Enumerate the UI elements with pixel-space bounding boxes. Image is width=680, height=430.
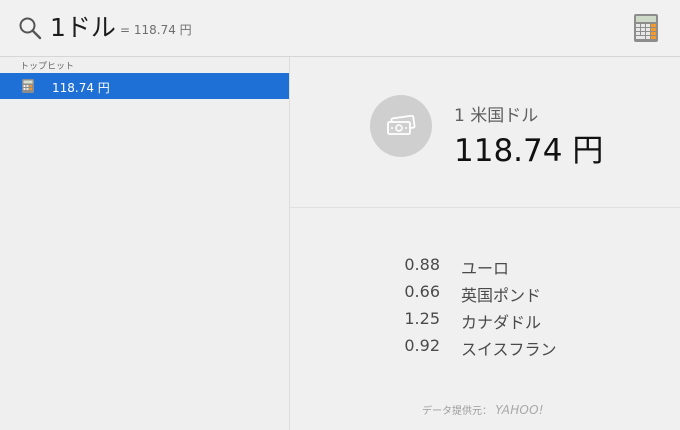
yahoo-logo[interactable]: YAHOO! (495, 403, 544, 417)
rate-value: 0.88 (404, 255, 440, 274)
rate-value: 0.66 (404, 282, 440, 301)
list-item[interactable]: 118.74 円 (0, 73, 289, 99)
list-item-label: 118.74 円 (52, 81, 110, 95)
divider (290, 207, 680, 208)
section-header-top-hit: トップヒット (20, 62, 75, 72)
currency-name: スイスフラン (461, 340, 557, 359)
currency-name: ユーロ (461, 259, 510, 278)
preview-pane: 1 米国ドル 118.74 円 0.88 ユーロ 0.66 英国ポンド 1.25… (290, 57, 680, 430)
converted-value: 118.74 円 (454, 133, 604, 169)
calculator-icon (634, 14, 658, 42)
rate-value: 1.25 (404, 309, 440, 328)
magnifying-glass-icon (19, 17, 42, 40)
rate-value: 0.92 (404, 336, 440, 355)
spotlight-window: 1ドル = 118.74 円 トップヒット 118.74 円 1 米国ドル 11… (0, 0, 680, 430)
rate-row-chf: 0.92 スイスフラン (290, 336, 680, 362)
calculator-icon (22, 79, 34, 93)
search-input[interactable]: 1ドル (50, 12, 116, 44)
currency-badge (370, 95, 432, 157)
provider-prefix: データ提供元： (422, 406, 492, 417)
source-amount-label: 1 米国ドル (454, 106, 539, 126)
results-list: トップヒット 118.74 円 (0, 57, 290, 430)
rate-row-cad: 1.25 カナダドル (290, 309, 680, 335)
currency-name: カナダドル (461, 313, 542, 332)
currency-name: 英国ポンド (461, 286, 542, 305)
rate-row-pound: 0.66 英国ポンド (290, 282, 680, 308)
rate-row-euro: 0.88 ユーロ (290, 255, 680, 281)
search-inline-result: = 118.74 円 (120, 23, 192, 37)
search-bar: 1ドル = 118.74 円 (0, 0, 680, 57)
data-provider[interactable]: データ提供元： YAHOO! (422, 402, 544, 417)
banknote-icon (387, 115, 416, 135)
